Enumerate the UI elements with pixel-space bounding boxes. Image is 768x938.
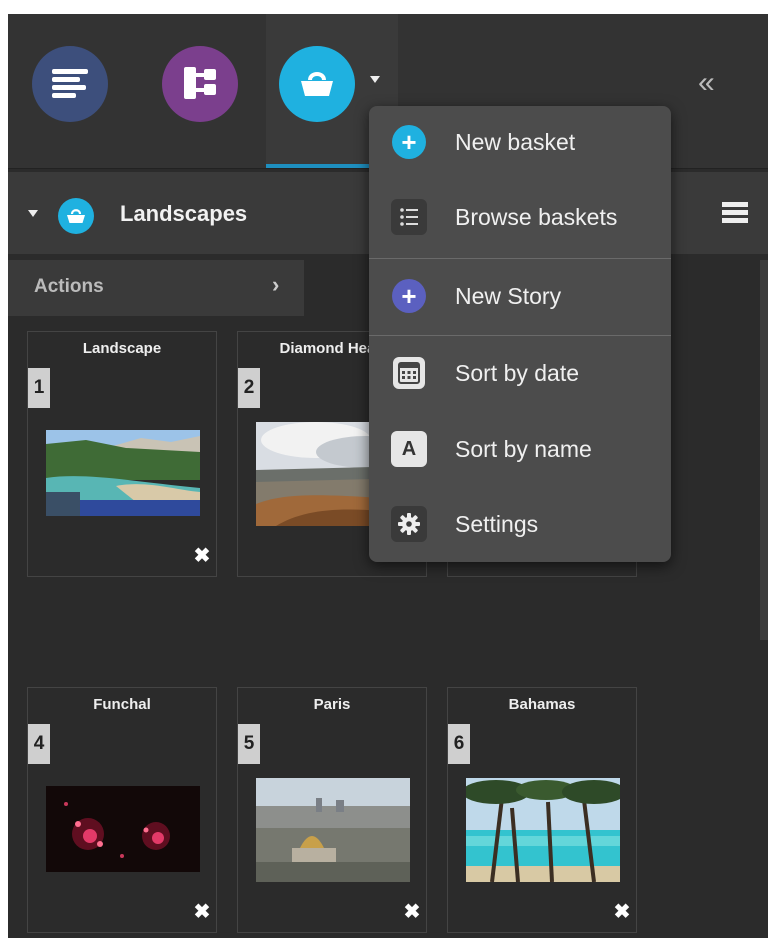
menu-item-label: New Story — [455, 283, 562, 309]
card-thumbnail[interactable] — [256, 778, 410, 882]
chevron-right-icon: › — [272, 272, 280, 297]
menu-item-label: Sort by name — [455, 436, 592, 462]
card-number: 1 — [28, 368, 50, 408]
list-app-icon — [32, 46, 108, 122]
actions-button[interactable]: Actions › — [8, 260, 304, 316]
basket-card[interactable]: Bahamas 6 ✖ — [447, 687, 637, 933]
menu-item-new-basket[interactable]: + New basket — [369, 109, 671, 175]
caret-down-icon[interactable] — [28, 210, 38, 217]
tree-app-icon — [162, 46, 238, 122]
card-thumbnail[interactable] — [466, 778, 620, 882]
scrollbar[interactable] — [760, 260, 768, 640]
card-title: Paris — [313, 696, 351, 713]
plus-circle-icon: + — [392, 279, 426, 313]
menu-divider — [369, 335, 671, 336]
card-number: 6 — [448, 724, 470, 764]
menu-item-label: Sort by date — [455, 360, 580, 386]
basket-card[interactable]: Landscape 1 ✖ — [27, 331, 217, 577]
remove-icon[interactable]: ✖ — [611, 900, 633, 924]
basket-card[interactable]: Paris 5 ✖ — [237, 687, 427, 933]
basket-icon — [58, 198, 94, 234]
card-thumbnail[interactable] — [46, 430, 200, 516]
remove-icon[interactable]: ✖ — [191, 544, 213, 568]
basket-title: Landscapes — [120, 201, 248, 226]
card-number: 5 — [238, 724, 260, 764]
menu-item-new-story[interactable]: + New Story — [369, 263, 671, 329]
menu-item-sort-by-name[interactable]: A Sort by name — [369, 416, 671, 482]
menu-item-label: Browse baskets — [455, 204, 618, 230]
list-app-button[interactable] — [8, 14, 140, 168]
menu-item-label: New basket — [455, 129, 576, 155]
plus-circle-icon: + — [392, 125, 426, 159]
actions-label: Actions — [34, 276, 104, 297]
remove-icon[interactable]: ✖ — [191, 900, 213, 924]
tree-app-button[interactable] — [140, 14, 272, 168]
chevron-down-icon[interactable] — [370, 76, 380, 83]
card-title: Landscape — [82, 340, 162, 357]
hamburger-menu-icon[interactable] — [722, 202, 748, 226]
card-number: 4 — [28, 724, 50, 764]
calendar-icon — [391, 355, 427, 391]
card-title: Funchal — [93, 696, 151, 713]
menu-divider — [369, 258, 671, 259]
basket-icon — [279, 46, 355, 122]
list-icon — [391, 199, 427, 235]
basket-card[interactable]: Funchal 4 ✖ — [27, 687, 217, 933]
menu-item-sort-by-date[interactable]: Sort by date — [369, 340, 671, 406]
menu-item-browse-baskets[interactable]: Browse baskets — [369, 184, 671, 250]
remove-icon[interactable]: ✖ — [401, 900, 423, 924]
card-number: 2 — [238, 368, 260, 408]
menu-item-settings[interactable]: Settings — [369, 491, 671, 557]
letter-a-icon: A — [391, 431, 427, 467]
gear-icon — [391, 506, 427, 542]
collapse-panel-icon[interactable]: « — [698, 66, 715, 100]
basket-dropdown-menu: + New basket Browse baskets + New Story — [369, 106, 671, 562]
card-thumbnail[interactable] — [46, 786, 200, 872]
card-title: Bahamas — [508, 696, 576, 713]
menu-item-label: Settings — [455, 511, 539, 537]
